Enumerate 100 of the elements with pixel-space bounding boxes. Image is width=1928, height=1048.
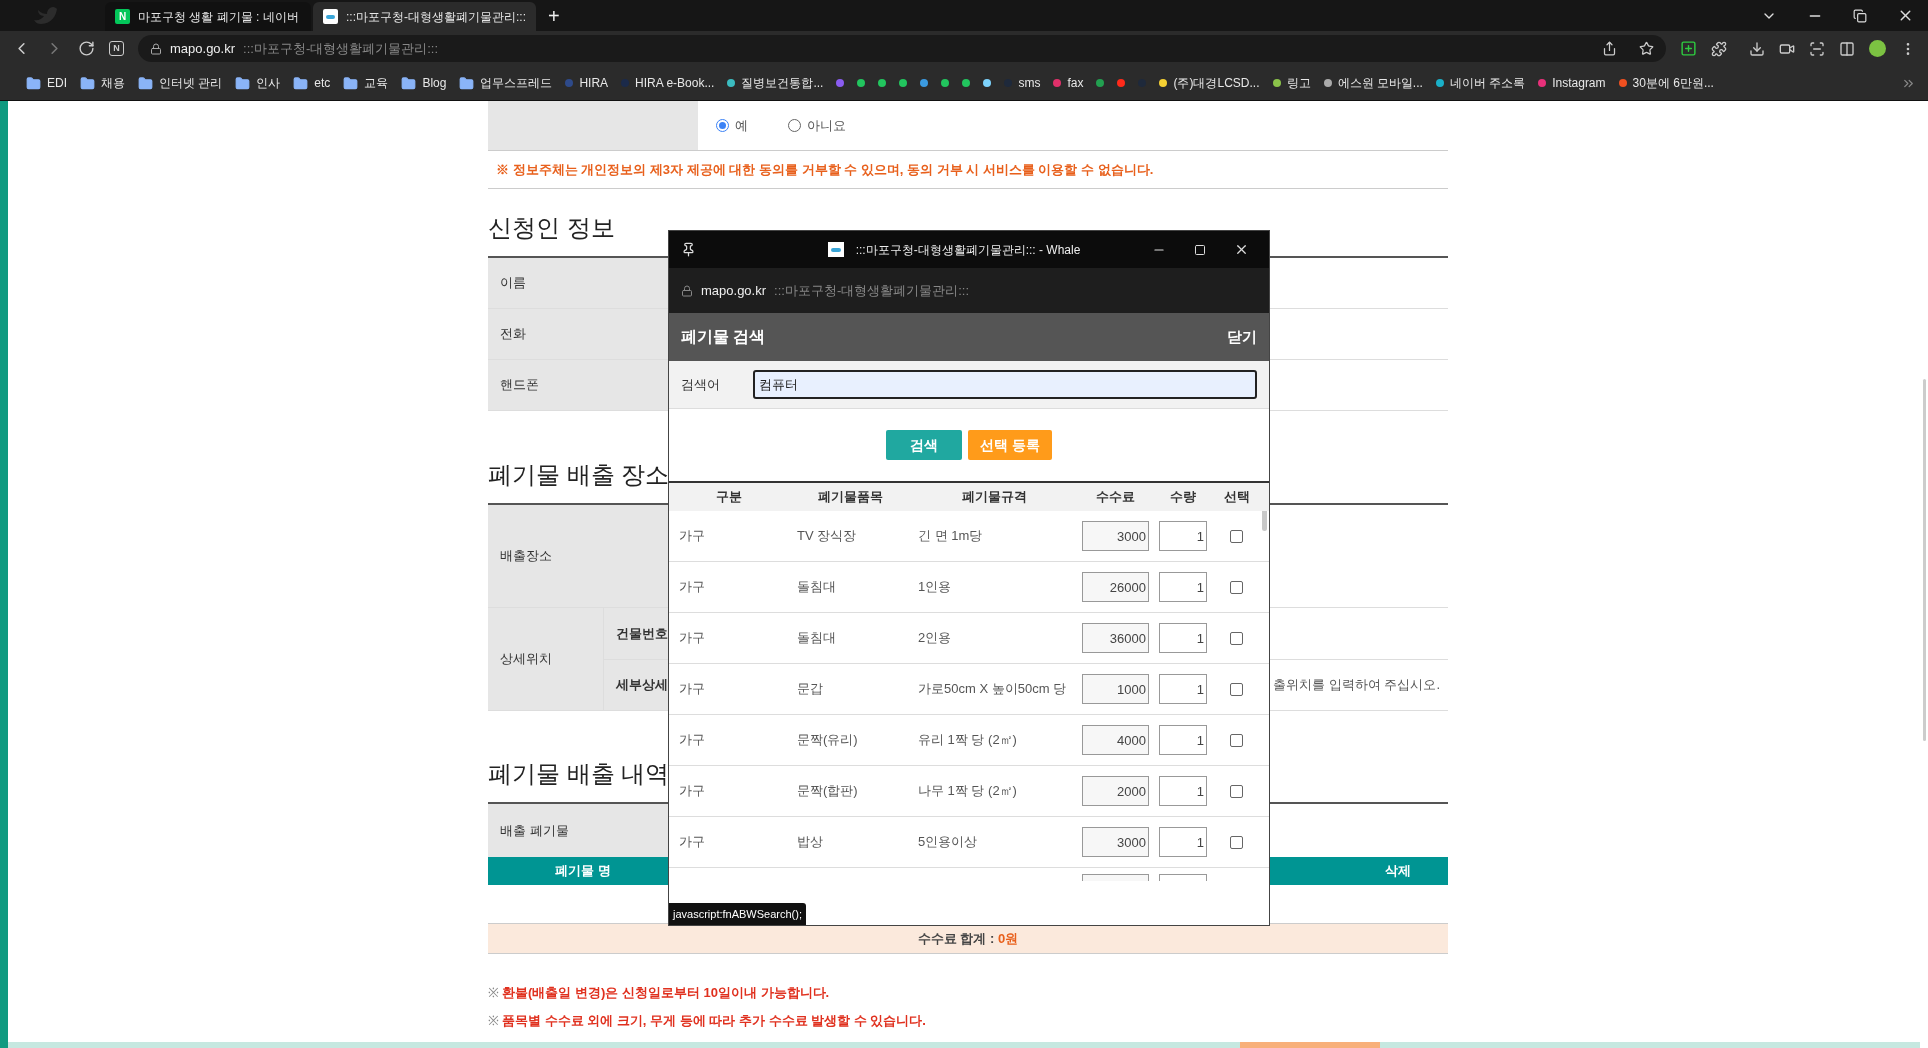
reload-icon[interactable]: [78, 40, 95, 57]
note-text: 품목별 수수료 외에 크기, 무게 등에 따라 추가 수수료 발생할 수 있습니다.: [502, 1012, 926, 1031]
pin-icon[interactable]: [681, 242, 696, 257]
fee-field[interactable]: 26000: [1082, 572, 1149, 602]
address-host: mapo.go.kr: [701, 281, 767, 300]
bookmark-link[interactable]: fax: [1067, 74, 1084, 92]
folder-icon[interactable]: [235, 75, 251, 91]
bookmark-link[interactable]: 인터넷 관리: [159, 74, 223, 92]
site-logo-icon: [323, 9, 338, 24]
bookmark-link[interactable]: 교육: [364, 74, 389, 92]
select-checkbox[interactable]: [1230, 784, 1243, 798]
profile-avatar[interactable]: [1869, 40, 1886, 57]
folder-icon[interactable]: [343, 75, 359, 91]
folder-icon[interactable]: [293, 75, 309, 91]
fee-total: 수수료 합계 : 0원: [917, 929, 1019, 948]
share-icon[interactable]: [1602, 41, 1617, 56]
select-checkbox[interactable]: [1230, 682, 1243, 696]
download-icon[interactable]: [1749, 40, 1765, 57]
table-cell-text: 문짝(유리): [796, 731, 859, 750]
fee-field[interactable]: 36000: [1082, 623, 1149, 653]
table-cell-text: 돌침대: [796, 578, 837, 597]
bookmark-link[interactable]: EDI: [47, 74, 67, 92]
radio-label: 예: [735, 116, 748, 135]
bookmark-link[interactable]: 링고: [1286, 74, 1311, 92]
bookmark-link[interactable]: 업무스프레드: [480, 74, 553, 92]
table-cell-text: TV 장식장: [796, 527, 858, 546]
fee-field[interactable]: 4000: [1082, 725, 1149, 755]
folder-icon[interactable]: [459, 75, 475, 91]
consent-note: ※ 정보주체는 개인정보의 제3자 제공에 대한 동의를 거부할 수 있으며, 동의 거부 시 서비스를 이용할 수 없습니다.: [496, 160, 1154, 179]
radio-label: 아니요: [807, 116, 846, 135]
status-url: javascript:fnABWSearch();: [669, 902, 806, 925]
quantity-field[interactable]: 1: [1159, 572, 1207, 602]
search-field[interactable]: 컴퓨터: [753, 370, 1257, 399]
table-cell-text: 가구: [678, 782, 706, 801]
select-checkbox[interactable]: [1230, 529, 1243, 543]
capture-icon[interactable]: [1809, 40, 1825, 57]
bookmark-link[interactable]: 네이버 주소록: [1449, 74, 1526, 92]
bookmark-link[interactable]: (주)대경LCSD...: [1173, 74, 1260, 92]
bookmark-link[interactable]: 질병보건통합...: [741, 74, 824, 92]
column-header: 폐기물품목: [816, 488, 884, 507]
quantity-field[interactable]: 1: [1159, 521, 1207, 551]
close-link[interactable]: 닫기: [1227, 325, 1257, 349]
select-checkbox[interactable]: [1230, 580, 1243, 594]
bookmark-link[interactable]: 채용: [101, 74, 125, 92]
table-cell-text: 가구: [678, 731, 706, 750]
row-label: 상세위치: [488, 608, 603, 710]
select-checkbox[interactable]: [1230, 835, 1243, 849]
folder-icon[interactable]: [138, 75, 153, 91]
quantity-field[interactable]: 1: [1159, 623, 1207, 653]
folder-icon[interactable]: [26, 75, 41, 91]
bookmark-link[interactable]: HIRA e-Book...: [635, 74, 715, 92]
table-cell-text: 유리 1짝 당 (2㎡): [917, 731, 1018, 750]
bookmark-link[interactable]: 에스원 모바일...: [1337, 74, 1423, 92]
bookmark-link[interactable]: sms: [1018, 74, 1041, 92]
note-mark: ※: [488, 984, 499, 1003]
bookmark-link[interactable]: Blog: [422, 74, 447, 92]
fee-field[interactable]: 2000: [1082, 776, 1149, 806]
bookmark-star-icon[interactable]: [1639, 41, 1654, 56]
select-checkbox[interactable]: [1230, 631, 1243, 645]
sidebar-icon[interactable]: [1839, 40, 1855, 57]
table-cell-text: 1인용: [917, 578, 953, 597]
quantity-field[interactable]: 1: [1159, 725, 1207, 755]
address-bar[interactable]: mapo.go.kr :::마포구청-대형생활폐기물관리:::: [138, 35, 1666, 62]
lock-icon: [681, 284, 693, 297]
quantity-field[interactable]: 1: [1159, 827, 1207, 857]
column-header: 폐기물규격: [960, 488, 1028, 507]
search-label: 검색어: [681, 375, 721, 394]
extension-icon[interactable]: [1680, 40, 1697, 57]
close-icon[interactable]: [1234, 242, 1249, 257]
restore-icon[interactable]: [1853, 8, 1867, 23]
folder-icon[interactable]: [401, 75, 417, 91]
table-cell-text: 2인용: [917, 629, 953, 648]
table-cell-text: 가구: [678, 629, 706, 648]
bookmark-link[interactable]: HIRA: [579, 74, 609, 92]
bookmark-link[interactable]: 30분에 6만원...: [1632, 74, 1714, 92]
fee-field[interactable]: 3000: [1082, 827, 1149, 857]
maximize-icon[interactable]: [1194, 243, 1206, 256]
fee-field[interactable]: 1000: [1082, 674, 1149, 704]
address-host: mapo.go.kr: [170, 39, 236, 58]
table-cell-text: 문갑: [796, 680, 824, 699]
new-tab-button[interactable]: +: [548, 6, 560, 26]
section-heading: 폐기물 배출 장소: [488, 460, 670, 490]
bookmark-link[interactable]: 인사: [256, 74, 281, 92]
address-title: :::마포구청-대형생활폐기물관리:::: [243, 39, 439, 58]
folder-icon[interactable]: [80, 75, 95, 91]
browser-tab[interactable]: :::마포구청-대형생활폐기물관리:::: [313, 2, 536, 31]
column-header: 선택: [1222, 488, 1251, 507]
popup-window-title: :::마포구청-대형생활폐기물관리::: - Whale: [855, 241, 1081, 259]
fee-field[interactable]: 3000: [1082, 521, 1149, 551]
column-header: 수량: [1169, 488, 1197, 507]
naver-logo-icon: N: [115, 9, 130, 24]
bookmark-link[interactable]: etc: [314, 74, 331, 92]
browser-tab[interactable]: N 마포구청 생활 폐기물 : 네이버: [105, 2, 311, 31]
bookmark-link[interactable]: Instagram: [1552, 74, 1606, 92]
scrollbar-thumb[interactable]: [1922, 379, 1926, 741]
select-checkbox[interactable]: [1230, 733, 1243, 747]
puzzle-icon[interactable]: [1711, 40, 1727, 57]
quantity-field[interactable]: 1: [1159, 674, 1207, 704]
quantity-field[interactable]: 1: [1159, 776, 1207, 806]
home-button[interactable]: N: [109, 41, 124, 56]
